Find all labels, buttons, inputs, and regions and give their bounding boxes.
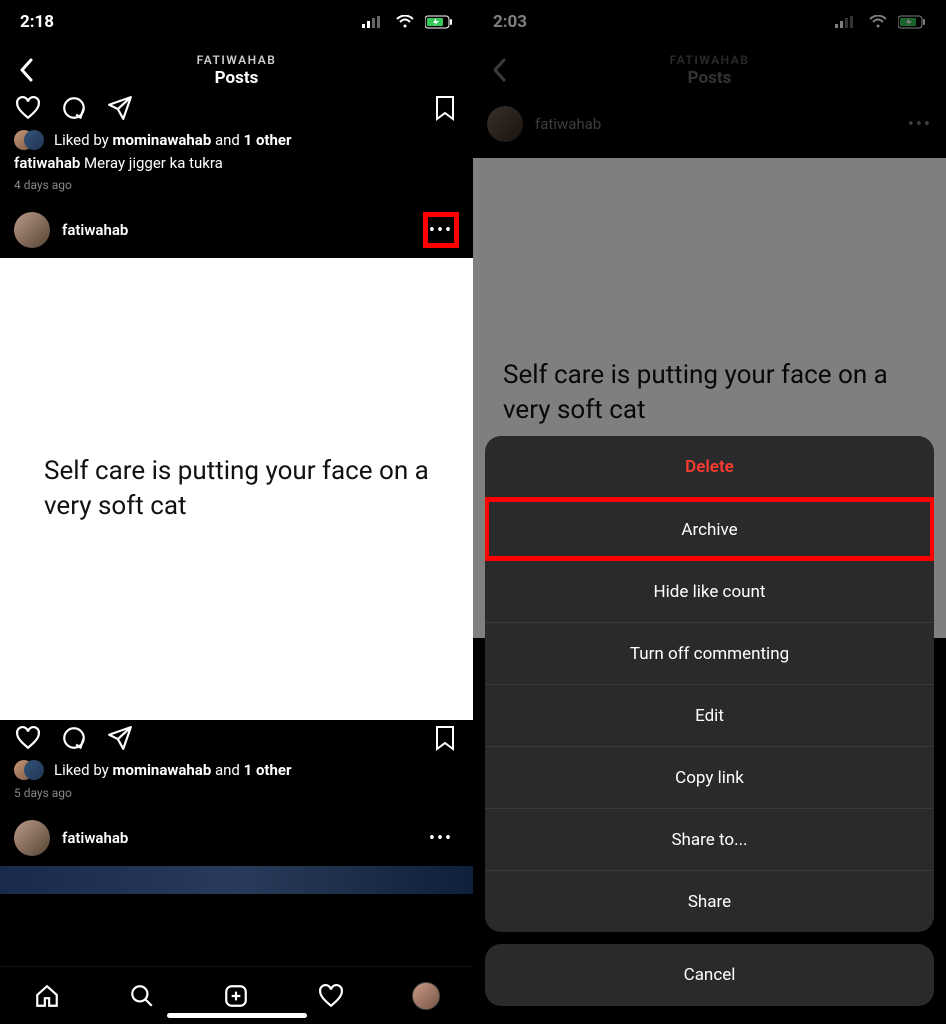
post-header: fatiwahab •••	[0, 202, 473, 258]
action-sheet-group: Delete Archive Hide like count Turn off …	[485, 436, 934, 932]
like-bar[interactable]: Liked by mominawahab and 1 other	[0, 128, 473, 152]
back-button[interactable]	[12, 56, 40, 84]
nav-main-title: Posts	[197, 68, 277, 88]
post-image[interactable]: Self care is putting your face on a very…	[0, 258, 473, 720]
post-actions	[0, 720, 473, 758]
new-post-tab[interactable]	[222, 982, 250, 1010]
bookmark-icon[interactable]	[431, 724, 459, 752]
right-screenshot: 2:03 FATIWAHAB Posts fatiwahab ••• Self …	[473, 0, 946, 1024]
nav-header: FATIWAHAB Posts	[0, 44, 473, 96]
post-more-button[interactable]: •••	[423, 212, 459, 248]
menu-share-to[interactable]: Share to...	[485, 808, 934, 870]
menu-hide-like-count[interactable]: Hide like count	[485, 560, 934, 622]
nav-title: FATIWAHAB Posts	[197, 53, 277, 88]
comment-icon[interactable]	[60, 724, 88, 752]
signal-icon	[357, 8, 385, 36]
status-right	[357, 8, 453, 36]
profile-tab[interactable]	[412, 982, 440, 1010]
post-image-sliver	[0, 866, 473, 894]
avatar[interactable]	[14, 212, 50, 248]
post-more-button[interactable]: •••	[423, 820, 459, 856]
action-sheet: Delete Archive Hide like count Turn off …	[485, 436, 934, 1006]
menu-delete[interactable]: Delete	[485, 436, 934, 498]
search-tab[interactable]	[128, 982, 156, 1010]
menu-cancel[interactable]: Cancel	[485, 944, 934, 1006]
nav-subtitle: FATIWAHAB	[197, 53, 277, 67]
post-image-text: Self care is putting your face on a very…	[44, 454, 429, 524]
share-icon[interactable]	[106, 724, 134, 752]
like-text: Liked by mominawahab and 1 other	[54, 761, 291, 779]
menu-archive[interactable]: Archive	[485, 498, 934, 560]
avatar[interactable]	[14, 820, 50, 856]
feed[interactable]: Liked by mominawahab and 1 other fatiwah…	[0, 96, 473, 966]
like-text: Liked by mominawahab and 1 other	[54, 131, 291, 149]
post-username[interactable]: fatiwahab	[62, 829, 128, 847]
post-header: fatiwahab •••	[0, 810, 473, 866]
post-actions	[0, 90, 473, 128]
like-avatars	[14, 130, 44, 150]
menu-copy-link[interactable]: Copy link	[485, 746, 934, 808]
menu-turn-off-commenting[interactable]: Turn off commenting	[485, 622, 934, 684]
home-indicator	[167, 1013, 307, 1018]
post-time: 4 days ago	[0, 174, 473, 202]
like-bar[interactable]: Liked by mominawahab and 1 other	[0, 758, 473, 782]
menu-share[interactable]: Share	[485, 870, 934, 932]
wifi-icon	[391, 8, 419, 36]
status-bar: 2:18	[0, 0, 473, 44]
post-time: 5 days ago	[0, 782, 473, 810]
heart-icon[interactable]	[14, 724, 42, 752]
like-avatars	[14, 760, 44, 780]
activity-tab[interactable]	[317, 982, 345, 1010]
menu-edit[interactable]: Edit	[485, 684, 934, 746]
post-username[interactable]: fatiwahab	[62, 221, 128, 239]
post-caption: fatiwahab Meray jigger ka tukra	[0, 152, 473, 174]
bookmark-icon[interactable]	[431, 94, 459, 122]
battery-icon	[425, 8, 453, 36]
status-time: 2:18	[20, 12, 54, 32]
comment-icon[interactable]	[60, 94, 88, 122]
heart-icon[interactable]	[14, 94, 42, 122]
share-icon[interactable]	[106, 94, 134, 122]
left-screenshot: 2:18 FATIWAHAB Posts	[0, 0, 473, 1024]
home-tab[interactable]	[33, 982, 61, 1010]
